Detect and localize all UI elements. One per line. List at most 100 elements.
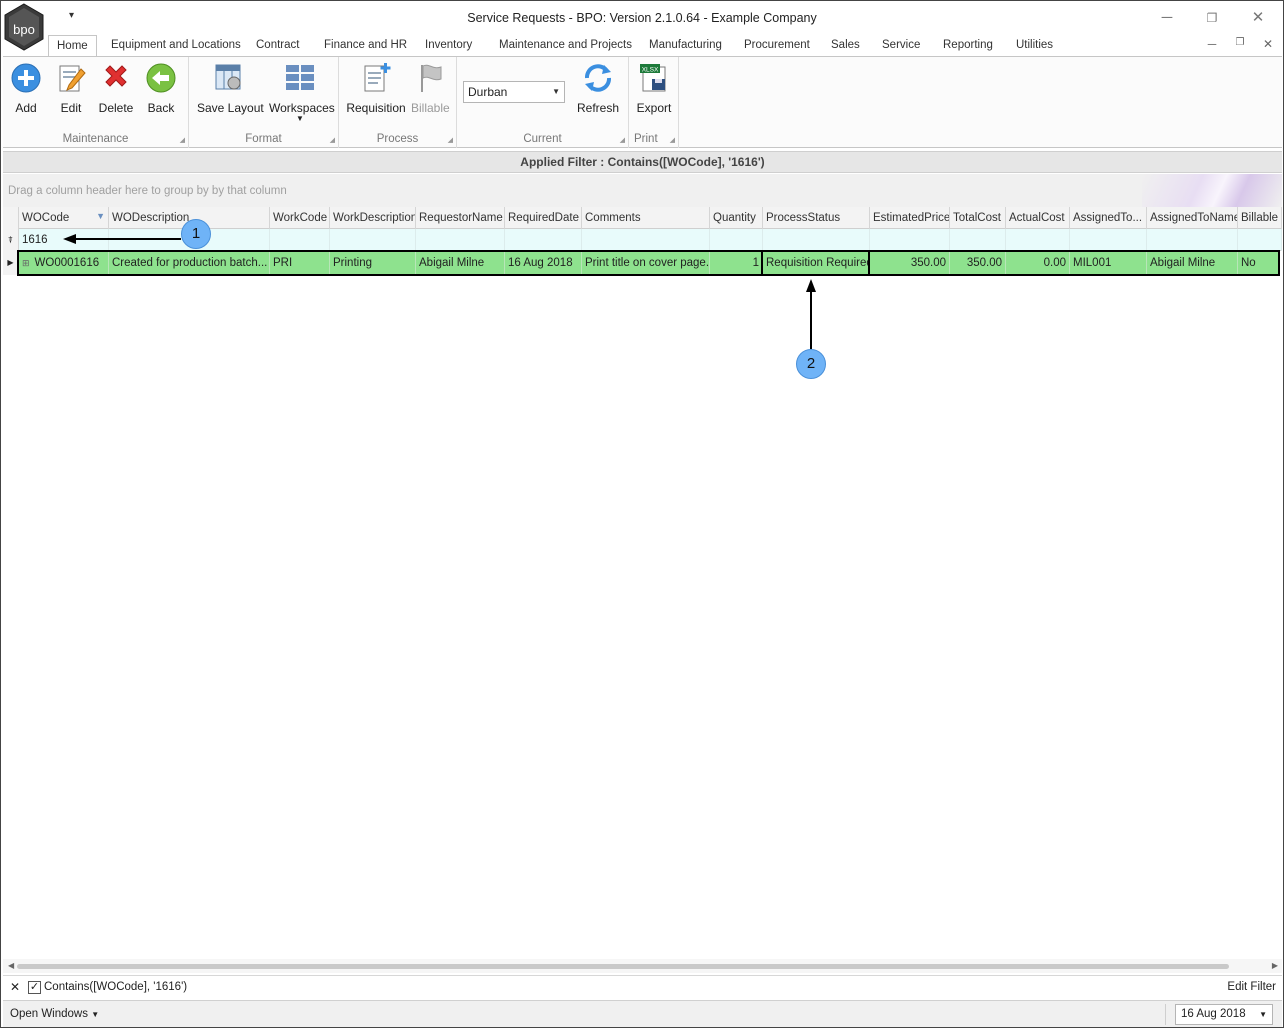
tab-inventory[interactable]: Inventory — [417, 35, 480, 56]
cell-wocode[interactable]: ⊞ WO0001616 — [19, 251, 109, 275]
tab-maintenance-and-projects[interactable]: Maintenance and Projects — [491, 35, 640, 56]
workcode-filter-input[interactable] — [270, 229, 330, 251]
chevron-down-icon: ▼ — [91, 1010, 100, 1019]
cell-comments[interactable]: Print title on cover page. — [582, 251, 710, 275]
flag-icon — [421, 64, 442, 92]
export-xlsx-icon: XLSX — [640, 64, 666, 92]
mdi-close-icon[interactable]: ✕ — [1260, 37, 1276, 51]
back-button[interactable]: Back — [144, 61, 178, 117]
column-header-billable[interactable]: Billable — [1238, 207, 1282, 229]
column-header-assignedto[interactable]: AssignedTo... — [1070, 207, 1147, 229]
tab-finance-and-hr[interactable]: Finance and HR — [316, 35, 415, 56]
assignedtoname-filter-input[interactable] — [1147, 229, 1238, 251]
tab-procurement[interactable]: Procurement — [736, 35, 818, 56]
tab-home[interactable]: Home — [48, 35, 97, 57]
dialog-launcher-icon[interactable]: ◢ — [180, 136, 185, 144]
tab-manufacturing[interactable]: Manufacturing — [641, 35, 730, 56]
workdescription-filter-input[interactable] — [330, 229, 416, 251]
requisition-button[interactable]: Requisition — [345, 61, 407, 117]
horizontal-scrollbar[interactable]: ◀ ▶ — [3, 959, 1282, 973]
column-header-comments[interactable]: Comments — [582, 207, 710, 229]
cell-totalcost[interactable]: 350.00 — [950, 251, 1006, 275]
tab-contract[interactable]: Contract — [248, 35, 307, 56]
export-button[interactable]: XLSX Export — [635, 61, 673, 117]
save-layout-button[interactable]: Save Layout — [197, 61, 264, 117]
requestorname-filter-input[interactable] — [416, 229, 505, 251]
open-windows-menu[interactable]: Open Windows ▼ — [10, 1008, 99, 1020]
comments-filter-input[interactable] — [582, 229, 710, 251]
group-by-panel[interactable]: Drag a column header here to group by by… — [3, 174, 1282, 207]
cell-requestorname[interactable]: Abigail Milne — [416, 251, 505, 275]
cell-requireddate[interactable]: 16 Aug 2018 — [505, 251, 582, 275]
table-row[interactable]: ▶ ⊞ WO0001616 Created for production batc… — [3, 251, 1282, 275]
cell-quantity[interactable]: 1 — [710, 251, 763, 275]
column-header-wocode[interactable]: WOCode ▼ — [19, 207, 109, 229]
actualcost-filter-input[interactable] — [1006, 229, 1070, 251]
cell-billable[interactable]: No — [1238, 251, 1280, 275]
column-header-quantity[interactable]: Quantity — [710, 207, 763, 229]
mdi-restore-icon[interactable]: ❐ — [1232, 37, 1248, 48]
cell-actualcost[interactable]: 0.00 — [1006, 251, 1070, 275]
column-header-assignedtoname[interactable]: AssignedToName — [1147, 207, 1238, 229]
requisition-icon — [364, 63, 391, 92]
add-button[interactable]: Add — [8, 61, 44, 117]
estimatedprice-filter-input[interactable] — [870, 229, 950, 251]
expand-icon[interactable]: ⊞ — [22, 258, 30, 268]
filter-expression[interactable]: Contains([WOCode], '1616') — [44, 981, 187, 993]
billable-filter-input[interactable] — [1238, 229, 1282, 251]
quantity-filter-input[interactable] — [710, 229, 763, 251]
requireddate-filter-input[interactable] — [505, 229, 582, 251]
delete-button[interactable]: Delete — [96, 61, 136, 117]
add-icon — [11, 63, 41, 93]
mdi-minimize-icon[interactable]: ─ — [1204, 37, 1220, 51]
cell-wodescription[interactable]: Created for production batch... — [109, 251, 270, 275]
workspaces-dropdown-icon: ▼ — [296, 114, 304, 123]
processstatus-filter-input[interactable] — [763, 229, 870, 251]
column-header-estimatedprice[interactable]: EstimatedPrice — [870, 207, 950, 229]
column-header-requestorname[interactable]: RequestorName — [416, 207, 505, 229]
workspaces-button[interactable]: Workspaces ▼ — [269, 61, 335, 123]
scroll-right-icon[interactable]: ▶ — [1272, 959, 1278, 973]
cell-estimatedprice[interactable]: 350.00 — [870, 251, 950, 275]
column-header-requireddate[interactable]: RequiredDate — [505, 207, 582, 229]
data-grid: WOCode ▼ WODescription WorkCode WorkDesc… — [3, 207, 1282, 959]
dialog-launcher-icon[interactable]: ◢ — [330, 136, 335, 144]
cell-workdescription[interactable]: Printing — [330, 251, 416, 275]
tab-equipment-and-locations[interactable]: Equipment and Locations — [103, 35, 249, 56]
filter-enabled-checkbox[interactable]: ✓ — [28, 981, 41, 994]
edit-button[interactable]: Edit — [53, 61, 89, 117]
assignedto-filter-input[interactable] — [1070, 229, 1147, 251]
tab-reporting[interactable]: Reporting — [935, 35, 1001, 56]
billable-button[interactable]: Billable — [411, 61, 450, 117]
tab-sales[interactable]: Sales — [823, 35, 868, 56]
column-header-workcode[interactable]: WorkCode — [270, 207, 330, 229]
cell-assignedto[interactable]: MIL001 — [1070, 251, 1147, 275]
dialog-launcher-icon[interactable]: ◢ — [670, 136, 675, 144]
restore-icon[interactable]: ❐ — [1202, 9, 1222, 27]
dialog-launcher-icon[interactable]: ◢ — [448, 136, 453, 144]
date-picker[interactable]: 16 Aug 2018 ▼ — [1175, 1004, 1273, 1025]
wocode-filter-input[interactable]: 1616 — [19, 229, 109, 251]
minimize-icon[interactable]: ─ — [1157, 9, 1177, 27]
status-bar: Open Windows ▼ 16 Aug 2018 ▼ — [3, 1000, 1282, 1027]
column-header-totalcost[interactable]: TotalCost — [950, 207, 1006, 229]
cell-workcode[interactable]: PRI — [270, 251, 330, 275]
close-icon[interactable]: ✕ — [1248, 9, 1268, 27]
column-header-processstatus[interactable]: ProcessStatus — [763, 207, 870, 229]
scroll-left-icon[interactable]: ◀ — [8, 959, 14, 973]
cell-processstatus[interactable]: Requisition Required — [763, 251, 870, 275]
site-select[interactable]: Durban ▼ — [463, 81, 565, 103]
row-indicator-icon: ▶ — [3, 251, 19, 275]
column-header-workdescription[interactable]: WorkDescription — [330, 207, 416, 229]
cell-assignedtoname[interactable]: Abigail Milne — [1147, 251, 1238, 275]
edit-filter-button[interactable]: Edit Filter — [1227, 981, 1276, 993]
totalcost-filter-input[interactable] — [950, 229, 1006, 251]
scroll-thumb[interactable] — [17, 964, 1229, 969]
dialog-launcher-icon[interactable]: ◢ — [620, 136, 625, 144]
clear-filter-icon[interactable]: ✕ — [10, 980, 20, 994]
refresh-button[interactable]: Refresh — [575, 61, 621, 117]
tab-utilities[interactable]: Utilities — [1008, 35, 1061, 56]
filter-icon[interactable]: ▼ — [96, 207, 105, 227]
tab-service[interactable]: Service — [874, 35, 928, 56]
column-header-actualcost[interactable]: ActualCost — [1006, 207, 1070, 229]
